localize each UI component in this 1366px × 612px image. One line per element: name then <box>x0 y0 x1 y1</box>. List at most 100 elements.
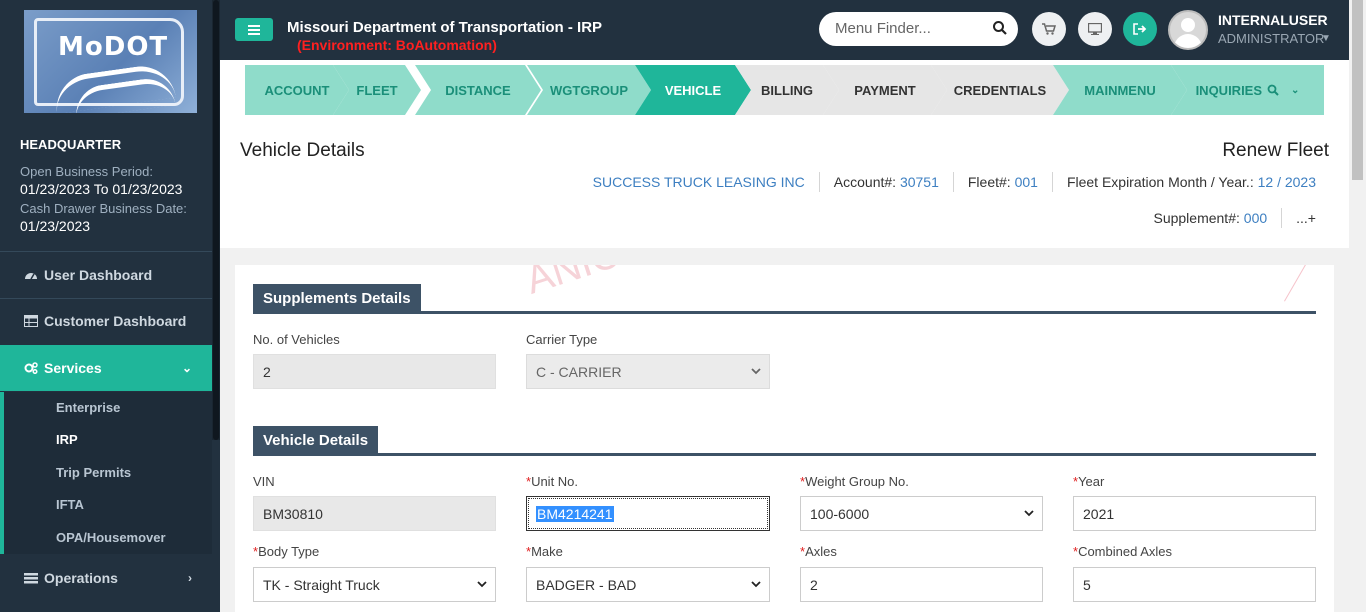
make-label-text: Make <box>531 544 563 559</box>
fleet-meta: SUCCESS TRUCK LEASING INC Account#: 3075… <box>579 172 1329 192</box>
vehicle-header-panel: ACCOUNT FLEET DISTANCE WGTGROUP VEHICLE … <box>220 60 1349 248</box>
wizard-step-account[interactable]: ACCOUNT <box>245 65 349 115</box>
company-name: SUCCESS TRUCK LEASING INC <box>579 172 820 192</box>
fleet-number: 001 <box>1014 174 1038 190</box>
supplements-section-title: Supplements Details <box>253 284 421 314</box>
wizard-step-vehicle[interactable]: VEHICLE <box>635 65 751 115</box>
desktop-icon <box>1088 23 1102 35</box>
vehicle-section-title: Vehicle Details <box>253 426 379 456</box>
sidebar: MoDOT HEADQUARTER Open Business Period: … <box>0 0 220 612</box>
search-icon <box>1267 84 1279 96</box>
sub-ifta[interactable]: IFTA <box>56 497 84 512</box>
expiration-label: Fleet Expiration Month / Year.: <box>1066 174 1254 190</box>
carrier-type-select[interactable]: C - CARRIER <box>526 354 770 389</box>
wizard-step-distance[interactable]: DISTANCE <box>415 65 541 115</box>
user-role[interactable]: ADMINISTRATOR <box>1218 31 1324 46</box>
axles-label: *Axles <box>800 544 837 559</box>
supplements-section-header: Supplements Details <box>253 284 1316 314</box>
vin-label: VIN <box>253 474 275 489</box>
carrier-type-label: Carrier Type <box>526 332 598 347</box>
menu-finder-input[interactable] <box>835 20 985 37</box>
hamburger-icon <box>248 28 260 31</box>
combined-axles-label-text: Combined Axles <box>1078 544 1173 559</box>
menu-toggle-button[interactable] <box>235 18 273 41</box>
open-business-period-label: Open Business Period: <box>20 164 153 179</box>
supplement-number: 000 <box>1243 210 1268 226</box>
cash-drawer-value: 01/23/2023 <box>20 218 91 234</box>
chevron-down-icon: ⌄ <box>1291 84 1300 96</box>
nav-customer-dashboard[interactable]: Customer Dashboard <box>0 298 212 344</box>
wizard-step-payment[interactable]: PAYMENT <box>823 65 947 115</box>
wizard-step-credentials[interactable]: CREDENTIALS <box>931 65 1069 115</box>
wizard-steps: ACCOUNT FLEET DISTANCE WGTGROUP VEHICLE … <box>245 65 1324 115</box>
combined-axles-input[interactable]: 5 <box>1073 567 1316 602</box>
menu-finder <box>819 12 1018 46</box>
body-type-label: *Body Type <box>253 544 319 559</box>
more-link-label: ...+ <box>1296 210 1316 226</box>
sub-trip-permits[interactable]: Trip Permits <box>56 465 131 480</box>
dashboard-icon <box>25 273 37 280</box>
wizard-step-mainmenu[interactable]: MAINMENU <box>1053 65 1187 115</box>
unit-no-input[interactable]: BM4214241 <box>526 496 770 531</box>
sign-out-icon <box>1133 23 1147 35</box>
wizard-step-inquiries[interactable]: INQUIRIES ⌄ <box>1171 65 1324 115</box>
fleet-label: Fleet#: <box>967 174 1011 190</box>
app-title: Missouri Department of Transportation - … <box>287 19 603 36</box>
year-label-text: Year <box>1078 474 1105 489</box>
renew-fleet-title: Renew Fleet <box>1222 140 1329 161</box>
wizard-step-inquiries-label: INQUIRIES <box>1195 82 1263 98</box>
cart-button[interactable] <box>1032 12 1066 46</box>
nav-services-label: Services <box>44 360 102 376</box>
axles-input[interactable]: 2 <box>800 567 1043 602</box>
nav-user-dashboard-label: User Dashboard <box>44 267 153 283</box>
page-scroll-thumb[interactable] <box>1352 0 1363 180</box>
environment-label: (Environment: BoAutomation) <box>297 37 497 53</box>
make-label: *Make <box>526 544 563 559</box>
num-vehicles-field[interactable]: 2 <box>253 354 496 389</box>
avatar-body <box>1174 34 1202 48</box>
sub-opa-housemover[interactable]: OPA/Housemover <box>56 530 166 545</box>
weight-group-value: 100-6000 <box>810 505 870 522</box>
page-scrollbar[interactable] <box>1349 0 1366 612</box>
year-input[interactable]: 2021 <box>1073 496 1316 531</box>
body-type-select[interactable]: TK - Straight Truck <box>253 567 496 602</box>
nav-user-dashboard[interactable]: User Dashboard <box>0 252 212 298</box>
vin-field[interactable]: BM30810 <box>253 496 496 531</box>
user-menu-caret-icon[interactable]: ▼ <box>1321 33 1331 44</box>
nav-operations-label: Operations <box>44 570 118 586</box>
nav-services[interactable]: Services ⌄ <box>0 345 212 391</box>
chevron-down-icon <box>1024 510 1034 517</box>
unit-no-label: *Unit No. <box>526 474 578 489</box>
chevron-right-icon: › <box>188 571 192 585</box>
weight-group-select[interactable]: 100-6000 <box>800 496 1043 531</box>
more-link[interactable]: ...+ <box>1282 208 1329 228</box>
nav-operations[interactable]: Operations › <box>0 555 212 601</box>
supplement-meta: Supplement#: 000 ...+ <box>1139 208 1329 228</box>
make-select[interactable]: BADGER - BAD <box>526 567 770 602</box>
account-info: Account#: 30751 <box>820 172 954 192</box>
page-title: Vehicle Details <box>240 140 365 161</box>
supplement-info: Supplement#: 000 <box>1139 208 1283 228</box>
user-name[interactable]: INTERNALUSER <box>1218 12 1328 28</box>
modot-logo[interactable]: MoDOT <box>24 10 197 113</box>
avatar[interactable] <box>1168 10 1208 50</box>
account-number: 30751 <box>899 174 939 190</box>
search-icon[interactable] <box>992 20 1008 36</box>
vehicle-section-header: Vehicle Details <box>253 426 1316 456</box>
avatar-head <box>1181 18 1195 32</box>
desktop-button[interactable] <box>1078 12 1112 46</box>
main-content: ACCOUNT FLEET DISTANCE WGTGROUP VEHICLE … <box>220 60 1349 612</box>
list-icon <box>24 573 38 584</box>
sidebar-scroll-thumb[interactable] <box>213 0 219 440</box>
table-icon <box>24 315 38 327</box>
sub-enterprise[interactable]: Enterprise <box>56 400 120 415</box>
wizard-step-wgtgroup[interactable]: WGTGROUP <box>527 65 651 115</box>
carrier-type-value: C - CARRIER <box>536 363 622 380</box>
cash-drawer-label: Cash Drawer Business Date: <box>20 201 187 216</box>
body-type-value: TK - Straight Truck <box>263 576 380 593</box>
logo-text: MoDOT <box>58 32 169 62</box>
logout-button[interactable] <box>1123 12 1157 46</box>
supplement-label: Supplement#: <box>1153 210 1240 226</box>
sidebar-scrollbar[interactable] <box>212 0 220 440</box>
sub-irp[interactable]: IRP <box>56 432 78 447</box>
